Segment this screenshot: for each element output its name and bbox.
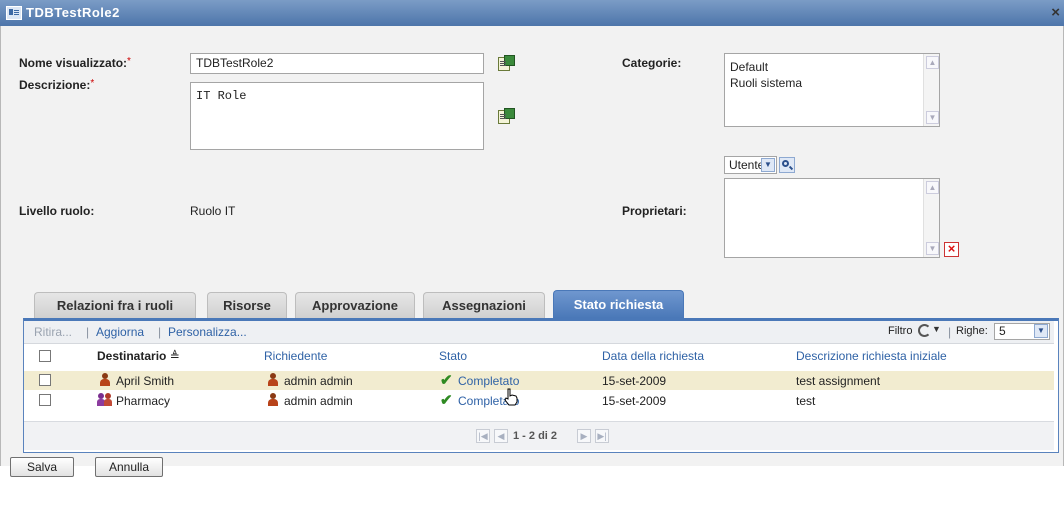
status-link[interactable]: Completato — [458, 374, 519, 388]
select-all-checkbox[interactable] — [39, 350, 51, 362]
remove-owner-icon[interactable]: × — [944, 242, 959, 257]
description-textarea[interactable]: IT Role — [190, 82, 484, 150]
first-page-icon[interactable]: |◀ — [476, 429, 490, 443]
chevron-down-icon[interactable]: ▼ — [761, 158, 775, 172]
date-cell: 15-set-2009 — [602, 394, 667, 408]
user-icon — [267, 393, 279, 406]
scroll-down-icon[interactable]: ▼ — [926, 111, 939, 124]
owners-scrollbar[interactable]: ▲ ▼ — [923, 179, 939, 257]
row-checkbox[interactable] — [39, 374, 51, 386]
save-button[interactable]: Salva — [10, 457, 74, 477]
filter-dropdown-icon[interactable]: ▼ — [932, 324, 941, 334]
page-indicator: 1 - 2 di 2 — [513, 430, 558, 442]
localize-display-name-icon[interactable] — [498, 55, 515, 71]
display-name-label: Nome visualizzato:* — [19, 56, 131, 70]
previous-page-icon[interactable]: ◀ — [494, 429, 508, 443]
toolbar-separator: | — [158, 325, 162, 339]
categories-listbox[interactable]: Default Ruoli sistema ▲ ▼ — [724, 53, 940, 127]
close-icon[interactable]: × — [1051, 4, 1060, 21]
categories-label: Categorie: — [622, 56, 682, 70]
check-icon: ✔ — [440, 392, 453, 409]
toolbar-separator: | — [948, 325, 952, 339]
cancel-button[interactable]: Annulla — [95, 457, 163, 477]
table-row[interactable]: April Smith admin admin ✔ Completato 15-… — [24, 371, 1054, 390]
table-toolbar: Ritira... | Aggiorna | Personalizza... F… — [24, 321, 1054, 344]
next-page-icon[interactable]: ▶ — [577, 429, 591, 443]
row-checkbox[interactable] — [39, 394, 51, 406]
role-icon — [6, 6, 22, 20]
request-status-panel: Ritira... | Aggiorna | Personalizza... F… — [23, 318, 1059, 453]
recipient-cell[interactable]: April Smith — [116, 374, 174, 388]
toolbar-separator: | — [86, 325, 90, 339]
column-header-recipient[interactable]: Destinatario ≜ — [97, 349, 180, 363]
display-name-input[interactable]: TDBTestRole2 — [190, 53, 484, 74]
category-option[interactable]: Ruoli sistema — [725, 75, 939, 91]
customize-link[interactable]: Personalizza... — [168, 325, 247, 339]
tab-role-relationships[interactable]: Relazioni fra i ruoli — [34, 292, 196, 318]
description-cell: test assignment — [796, 374, 881, 388]
tab-resources[interactable]: Risorse — [207, 292, 287, 318]
search-owner-icon[interactable] — [779, 157, 795, 173]
window-titlebar: TDBTestRole2 × — [0, 0, 1064, 26]
requester-cell: admin admin — [284, 394, 353, 408]
filter-icon[interactable] — [918, 324, 931, 337]
rows-per-page-select[interactable]: 5 ▼ — [994, 323, 1050, 340]
categories-scrollbar[interactable]: ▲ ▼ — [923, 54, 939, 126]
tab-approval[interactable]: Approvazione — [295, 292, 415, 318]
sort-ascending-icon[interactable]: ≜ — [170, 349, 180, 363]
localize-description-icon[interactable] — [498, 108, 515, 124]
description-label: Descrizione:* — [19, 78, 95, 92]
scroll-up-icon[interactable]: ▲ — [926, 56, 939, 69]
user-icon — [99, 373, 111, 386]
tab-assignments[interactable]: Assegnazioni — [423, 292, 545, 318]
scroll-down-icon[interactable]: ▼ — [926, 242, 939, 255]
table-pager: |◀ ◀ 1 - 2 di 2 ▶ ▶| — [24, 421, 1054, 450]
hand-cursor-icon — [504, 388, 518, 406]
role-level-label: Livello ruolo: — [19, 204, 95, 218]
refresh-link[interactable]: Aggiorna — [96, 325, 144, 339]
retract-link[interactable]: Ritira... — [34, 325, 72, 339]
check-icon: ✔ — [440, 372, 453, 389]
tab-request-status[interactable]: Stato richiesta — [553, 290, 684, 318]
column-header-initial-description[interactable]: Descrizione richiesta iniziale — [796, 349, 947, 363]
date-cell: 15-set-2009 — [602, 374, 667, 388]
owner-type-select[interactable]: Utente ▼ — [724, 156, 777, 174]
role-level-value: Ruolo IT — [190, 204, 236, 218]
user-icon — [267, 373, 279, 386]
window-title: TDBTestRole2 — [26, 5, 120, 20]
filter-label[interactable]: Filtro — [888, 325, 912, 337]
group-icon — [97, 393, 113, 406]
scroll-up-icon[interactable]: ▲ — [926, 181, 939, 194]
last-page-icon[interactable]: ▶| — [595, 429, 609, 443]
table-row[interactable]: Pharmacy admin admin ✔ Completato 15-set… — [24, 391, 1054, 410]
recipient-cell[interactable]: Pharmacy — [116, 394, 170, 408]
description-cell: test — [796, 394, 816, 408]
owners-label: Proprietari: — [622, 204, 687, 218]
category-option[interactable]: Default — [725, 59, 939, 75]
requester-cell: admin admin — [284, 374, 353, 388]
column-header-status[interactable]: Stato — [439, 349, 467, 363]
rows-label: Righe: — [956, 325, 988, 337]
column-header-requester[interactable]: Richiedente — [264, 349, 327, 363]
form-body: Nome visualizzato:* TDBTestRole2 Descriz… — [0, 26, 1064, 466]
column-header-request-date[interactable]: Data della richiesta — [602, 349, 704, 363]
owners-listbox[interactable]: ▲ ▼ — [724, 178, 940, 258]
chevron-down-icon[interactable]: ▼ — [1034, 324, 1048, 338]
